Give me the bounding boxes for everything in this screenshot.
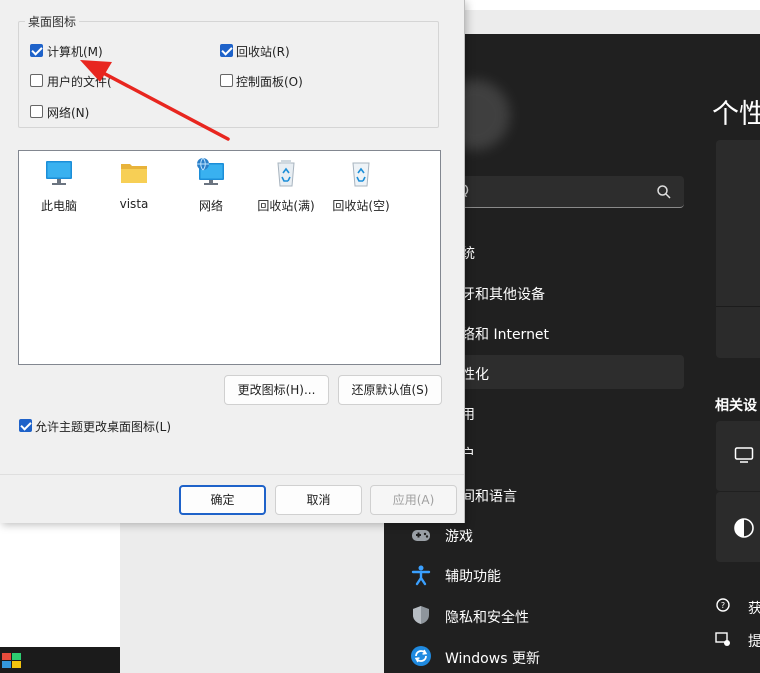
display-icon [734, 447, 754, 463]
user-files-checkbox[interactable] [30, 74, 43, 87]
search-icon[interactable] [656, 184, 672, 200]
ok-button[interactable]: 确定 [179, 485, 266, 515]
recycle-bin-checkbox[interactable] [220, 44, 233, 57]
icon-item-recycle-bin-empty[interactable]: 回收站(空) [326, 157, 396, 214]
network-checkbox-label[interactable]: 网络(N) [47, 104, 89, 121]
nav-item-accessibility[interactable]: 辅助功能 [445, 566, 501, 586]
personalization-card[interactable] [716, 140, 760, 358]
nav-item-windows-update[interactable]: Windows 更新 [445, 648, 540, 668]
computer-checkbox-label[interactable]: 计算机(M) [47, 43, 103, 60]
allow-themes-checkbox-label[interactable]: 允许主题更改桌面图标(L) [35, 418, 171, 435]
control-panel-checkbox[interactable] [220, 74, 233, 87]
help-icon: ? [716, 598, 730, 612]
recycle-bin-full-icon [277, 160, 295, 187]
nav-item-gaming[interactable]: 游戏 [445, 526, 473, 546]
get-help-link[interactable]: 获 [748, 598, 760, 618]
apply-button[interactable]: 应用(A) [370, 485, 457, 515]
background-area [440, 0, 760, 10]
icon-caption: 此电脑 [40, 199, 77, 213]
desktop-gray-area [120, 522, 390, 673]
recycle-bin-empty-icon [352, 162, 370, 187]
accessibility-icon [411, 565, 431, 586]
game-controller-icon [412, 530, 430, 541]
related-settings-title: 相关设 [715, 398, 757, 414]
icon-item-this-pc[interactable]: 此电脑 [24, 157, 94, 214]
network-checkbox[interactable] [30, 105, 43, 118]
background-band [440, 10, 760, 34]
icon-caption: vista [119, 197, 149, 211]
folder-icon [121, 164, 147, 183]
icon-item-vista[interactable]: vista [99, 157, 169, 211]
icon-item-recycle-bin-full[interactable]: 回收站(满) [251, 157, 321, 214]
cancel-button[interactable]: 取消 [275, 485, 362, 515]
nav-item-network[interactable]: 络和 Internet [461, 324, 549, 344]
change-icon-button[interactable]: 更改图标(H)... [224, 375, 329, 405]
icon-caption: 回收站(满) [257, 199, 315, 213]
monitor-icon [46, 161, 72, 185]
page-title: 个性 [712, 99, 760, 130]
recycle-bin-checkbox-label[interactable]: 回收站(R) [236, 43, 290, 60]
icon-list[interactable]: 此电脑 vista 网络 回收站(满) 回收站(空) [18, 150, 441, 365]
card-divider [716, 306, 760, 307]
nav-item-bluetooth[interactable]: 牙和其他设备 [461, 284, 545, 304]
contrast-icon [734, 518, 754, 538]
nav-item-time-language[interactable]: 间和语言 [461, 486, 517, 506]
icon-caption: 网络 [198, 199, 223, 213]
desktop-icon-settings-dialog: 桌面图标 计算机(M) 回收站(R) 用户的文件( 控制面板(O) 网络(N) … [0, 0, 465, 523]
nav-item-privacy[interactable]: 隐私和安全性 [445, 607, 529, 627]
icon-caption: 回收站(空) [332, 199, 390, 213]
computer-checkbox[interactable] [30, 44, 43, 57]
windows-update-icon [411, 646, 431, 666]
network-monitor-icon [197, 157, 224, 185]
group-title: 桌面图标 [25, 13, 80, 30]
nav-item-personalization[interactable]: 性化 [461, 364, 489, 384]
restore-default-button[interactable]: 还原默认值(S) [338, 375, 442, 405]
icon-item-network[interactable]: 网络 [176, 157, 246, 214]
allow-themes-checkbox[interactable] [19, 419, 32, 432]
svg-text:?: ? [721, 601, 725, 610]
control-panel-checkbox-label[interactable]: 控制面板(O) [236, 73, 303, 90]
user-files-checkbox-label[interactable]: 用户的文件( [47, 73, 112, 90]
desktop-area [0, 522, 120, 647]
start-logo-icon[interactable] [0, 647, 24, 673]
give-feedback-link[interactable]: 提 [748, 631, 760, 651]
feedback-icon [715, 632, 730, 646]
shield-icon [413, 606, 429, 624]
